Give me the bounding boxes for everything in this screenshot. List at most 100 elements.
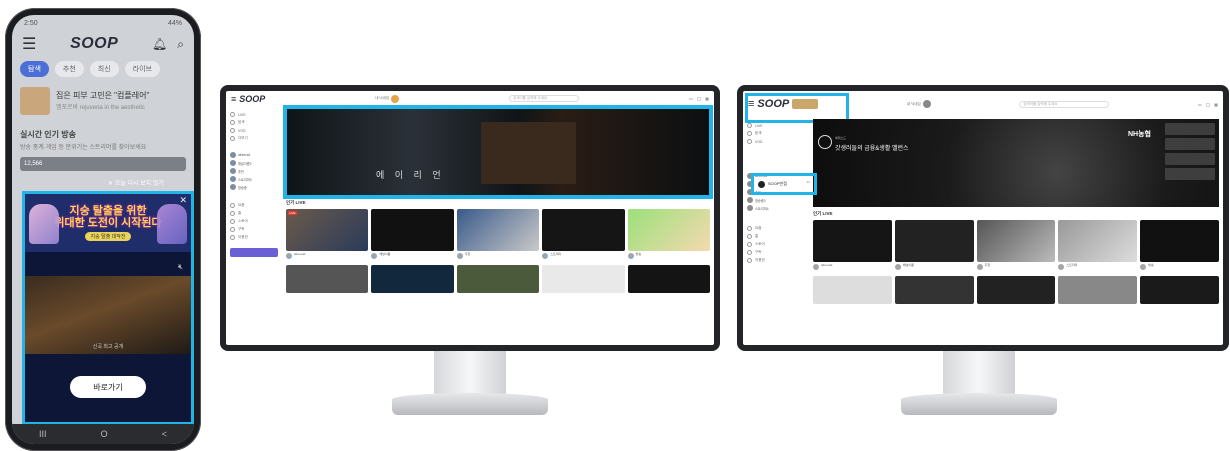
channel-item[interactable]: 방송중3 bbox=[747, 197, 805, 203]
close-icon[interactable]: ✕ bbox=[179, 195, 187, 206]
live-card[interactable] bbox=[627, 265, 710, 293]
sidebar-item-vod[interactable]: VOD bbox=[747, 139, 805, 144]
live-card[interactable]: 방송 bbox=[1140, 220, 1219, 274]
monitor-1-stand bbox=[434, 351, 506, 397]
character-art bbox=[157, 204, 187, 244]
grid-icon[interactable]: ▦ bbox=[1214, 102, 1218, 107]
avatar[interactable] bbox=[391, 94, 400, 103]
home-button[interactable]: O bbox=[101, 429, 108, 439]
profile-name: 내 닉네임 bbox=[906, 101, 921, 106]
mute-icon[interactable]: 🔇︎ bbox=[178, 262, 183, 272]
sidebar-item-live[interactable]: LIVE bbox=[230, 112, 278, 117]
channel-item[interactable]: 추천 bbox=[230, 168, 278, 174]
monitor-2-base bbox=[901, 393, 1057, 415]
tab-recommend[interactable]: 추천 bbox=[54, 61, 84, 77]
live-card[interactable] bbox=[286, 265, 369, 293]
hero-video[interactable] bbox=[481, 122, 576, 184]
sidebar-item-subscribe[interactable]: 구독 bbox=[230, 227, 278, 232]
sidebar-item-pass[interactable]: 이용권 bbox=[230, 235, 278, 240]
live-card[interactable]: LIVE afreeca1 bbox=[286, 209, 369, 263]
sidebar-item-more[interactable]: 더보기 bbox=[230, 136, 278, 141]
live-card[interactable] bbox=[542, 265, 625, 293]
grid-icon[interactable]: ▦ bbox=[705, 96, 709, 101]
live-card[interactable]: 방송 bbox=[627, 209, 710, 263]
menu-icon[interactable]: ≡ bbox=[231, 94, 236, 104]
live-card[interactable]: 스트리머 bbox=[1058, 220, 1138, 274]
sidebar-item-explore[interactable]: 탐색 bbox=[747, 131, 805, 136]
live-grid: LIVE afreeca1 채널이름 추천 스트리머 방송 bbox=[286, 209, 710, 263]
banner-title-line1: 지숭 탈출을 위한 bbox=[69, 204, 147, 217]
go-button[interactable]: 바로가기 bbox=[70, 376, 146, 398]
channel-item[interactable]: 스트리머3 bbox=[230, 176, 278, 182]
hero-banner[interactable]: 에 이 리 언 bbox=[283, 105, 713, 199]
live-card[interactable]: 추천 bbox=[976, 220, 1056, 274]
app-logo: SOOP bbox=[70, 35, 119, 52]
hero-banner[interactable]: 에피소드 갓생러들의 금융&생활 밸런스 NH농협 bbox=[813, 119, 1219, 207]
back-button[interactable]: < bbox=[162, 429, 167, 439]
bell-icon[interactable]: ◯ bbox=[1206, 102, 1210, 107]
live-card[interactable] bbox=[456, 265, 540, 293]
ad-banner[interactable]: 집은 피부 고민은 "컴플레어" 엠포르바 rejuvena in the ae… bbox=[12, 81, 194, 121]
sidebar-item-store[interactable]: 스토어 bbox=[230, 219, 278, 224]
character-art bbox=[29, 204, 59, 244]
live-grid-row2 bbox=[286, 265, 710, 293]
monitor-2: ≡ SOOP 내 닉네임 검색어를 입력해 주세요 ▭ ◯ ▦ LIVE 탐색 VOD… bbox=[737, 85, 1229, 420]
bell-icon[interactable]: 🔔︎ bbox=[152, 37, 167, 52]
sidebar-item-trending[interactable]: 요즘 bbox=[747, 226, 805, 231]
recent-apps-button[interactable]: III bbox=[39, 429, 47, 439]
live-card[interactable]: 스트리머 bbox=[542, 209, 625, 263]
popup-video[interactable]: 🔇︎ 신곡 최고 공개 bbox=[25, 262, 191, 354]
sidebar-item-vod[interactable]: VOD bbox=[230, 128, 278, 133]
live-card[interactable]: 채널이름 bbox=[894, 220, 974, 274]
live-card[interactable] bbox=[1140, 276, 1219, 304]
monitor-2-stand bbox=[943, 351, 1015, 397]
sidebar-item-live[interactable]: LIVE bbox=[747, 123, 805, 128]
hero-rail bbox=[1165, 123, 1215, 183]
sidebar-item-pass[interactable]: 이용권 bbox=[747, 258, 805, 263]
live-card[interactable] bbox=[813, 276, 892, 304]
channel-item[interactable]: 채널이름2 bbox=[230, 160, 278, 166]
sidebar-item-trending[interactable]: 요즘 bbox=[230, 203, 278, 208]
android-nav-bar: III O < bbox=[12, 424, 194, 444]
hide-today-link[interactable]: ✕ 오늘 다시 보지 않기 bbox=[108, 178, 164, 187]
site-header: ≡ SOOP 내 닉네임 검색어를 입력해 주세요 ▭ ◯ ▦ bbox=[226, 91, 714, 106]
sidebar-banner[interactable] bbox=[230, 248, 278, 257]
tab-latest[interactable]: 최신 bbox=[89, 61, 119, 77]
search-icon[interactable]: ⌕ bbox=[177, 37, 184, 52]
popup-banner[interactable]: ✕ 지숭 탈출을 위한 위대한 도전이 시작된다 지숭 탈출 대작전 bbox=[25, 194, 191, 252]
broadcast-icon[interactable]: ▭ bbox=[1198, 102, 1202, 107]
sidebar-item-explore[interactable]: 탐색 bbox=[230, 120, 278, 125]
section-title: 인기 LIVE bbox=[813, 211, 833, 216]
channel-item[interactable]: afreeca1 bbox=[230, 152, 278, 158]
live-card[interactable] bbox=[976, 276, 1056, 304]
channel-item[interactable]: 스트리머4 bbox=[747, 205, 805, 211]
play-icon[interactable] bbox=[818, 135, 832, 149]
tab-explore[interactable]: 탐색 bbox=[20, 61, 49, 77]
monitor-2-screen: ≡ SOOP 내 닉네임 검색어를 입력해 주세요 ▭ ◯ ▦ LIVE 탐색 VOD… bbox=[743, 91, 1223, 345]
monitor-1-screen: ≡ SOOP 내 닉네임 검색어를 입력해 주세요 ▭ ◯ ▦ LIVE 탐색 VOD… bbox=[226, 91, 714, 345]
sidebar-item-home[interactable]: 홈 bbox=[747, 234, 805, 239]
channel-item[interactable]: 방송중 bbox=[230, 184, 278, 190]
live-card[interactable] bbox=[894, 276, 974, 304]
live-card[interactable] bbox=[1058, 276, 1138, 304]
section-subtitle: 방송 중계·게임 등 분위기는 스트리머를 찾아보세요 bbox=[20, 145, 147, 151]
sidebar: LIVE 탐색 VOD afreeca1 채널이름2 추천 방송중3 스트리머4… bbox=[743, 117, 809, 306]
live-card[interactable] bbox=[371, 265, 454, 293]
live-card[interactable]: 추천 bbox=[456, 209, 540, 263]
status-time: 2:50 bbox=[24, 19, 38, 27]
live-card[interactable]: afreeca1 bbox=[813, 220, 892, 274]
sidebar-item-subscribe[interactable]: 구독 bbox=[747, 250, 805, 255]
search-input[interactable]: 검색어를 입력해 주세요 bbox=[509, 95, 580, 102]
bell-icon[interactable]: ◯ bbox=[697, 96, 701, 101]
profile-name: 내 닉네임 bbox=[375, 96, 390, 100]
status-bar: 2:50 44% bbox=[12, 15, 194, 31]
tab-live[interactable]: 라이브 bbox=[124, 61, 160, 77]
sidebar-item-store[interactable]: 스토어 bbox=[747, 242, 805, 247]
broadcast-icon[interactable]: ▭ bbox=[689, 96, 693, 101]
avatar[interactable] bbox=[922, 100, 931, 108]
sidebar-item-home[interactable]: 홈 bbox=[230, 211, 278, 216]
menu-icon[interactable]: ☰ bbox=[22, 34, 36, 54]
ad-thumbnail bbox=[20, 87, 50, 115]
search-input[interactable]: 검색어를 입력해 주세요 bbox=[1019, 100, 1110, 108]
live-card[interactable]: 채널이름 bbox=[371, 209, 454, 263]
